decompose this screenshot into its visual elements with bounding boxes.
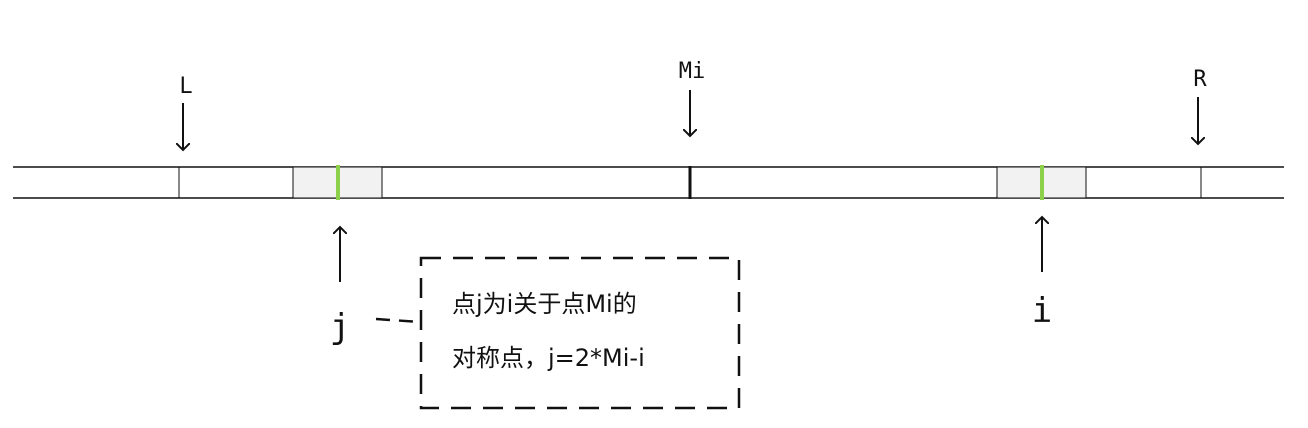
j-label: j [330, 307, 350, 347]
palindrome-symmetry-diagram: L Mi R j i 点j为i关于点Mi的 对称点，j=2*Mi-i [13, 59, 1284, 410]
note-line-1: 点j为i关于点Mi的 [452, 290, 637, 318]
array-strip [13, 165, 1284, 200]
left-label: L [179, 74, 192, 99]
note-connector [375, 317, 421, 324]
middle-label: Mi [679, 59, 706, 84]
i-label: i [1032, 291, 1052, 331]
note-line-2: 对称点，j=2*Mi-i [452, 344, 645, 372]
right-label: R [1193, 67, 1207, 92]
note-box [419, 256, 741, 410]
